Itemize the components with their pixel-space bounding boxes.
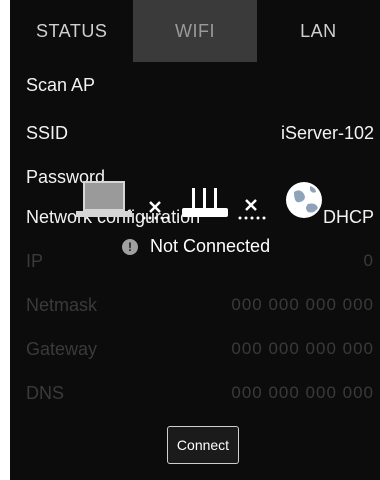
ssid-row[interactable]: SSID iServer-102 bbox=[26, 118, 374, 148]
dotted-link-left bbox=[142, 216, 170, 220]
ssid-label: SSID bbox=[26, 122, 69, 143]
dns-value: 000 000 000 000 bbox=[231, 383, 374, 402]
gateway-value: 000 000 000 000 bbox=[231, 339, 374, 358]
netmask-value: 000 000 000 000 bbox=[231, 295, 374, 314]
ip-label: IP bbox=[26, 250, 44, 271]
tab-bar: STATUS WIFI LAN bbox=[10, 0, 380, 62]
tab-status[interactable]: STATUS bbox=[10, 0, 133, 62]
connection-status-text: Not Connected bbox=[150, 236, 271, 256]
wifi-settings-screen: STATUS WIFI LAN Scan AP SSID iServer-102… bbox=[10, 0, 380, 480]
router-icon bbox=[182, 188, 228, 217]
netmask-label: Netmask bbox=[26, 294, 98, 315]
connect-button[interactable]: Connect bbox=[167, 426, 239, 464]
globe-icon bbox=[286, 182, 322, 218]
scan-ap-row[interactable]: Scan AP bbox=[26, 70, 374, 100]
connection-status: ! Not Connected bbox=[122, 236, 270, 257]
gateway-label: Gateway bbox=[26, 338, 98, 359]
ssid-value: iServer-102 bbox=[280, 122, 374, 143]
scan-ap-label: Scan AP bbox=[26, 74, 96, 95]
connection-status-overlay: ! Not Connected bbox=[70, 174, 370, 270]
dotted-link-right bbox=[238, 216, 266, 220]
dns-label: DNS bbox=[26, 382, 65, 403]
connection-diagram bbox=[76, 181, 322, 220]
dns-row: DNS 000 000 000 000 bbox=[26, 378, 374, 408]
tab-wifi[interactable]: WIFI bbox=[133, 0, 257, 62]
gateway-row: Gateway 000 000 000 000 bbox=[26, 334, 374, 364]
tab-lan[interactable]: LAN bbox=[257, 0, 380, 62]
x-icon bbox=[245, 199, 257, 211]
info-icon: ! bbox=[122, 238, 138, 255]
x-icon bbox=[149, 201, 161, 213]
netmask-row: Netmask 000 000 000 000 bbox=[26, 290, 374, 320]
laptop-icon bbox=[76, 181, 132, 217]
